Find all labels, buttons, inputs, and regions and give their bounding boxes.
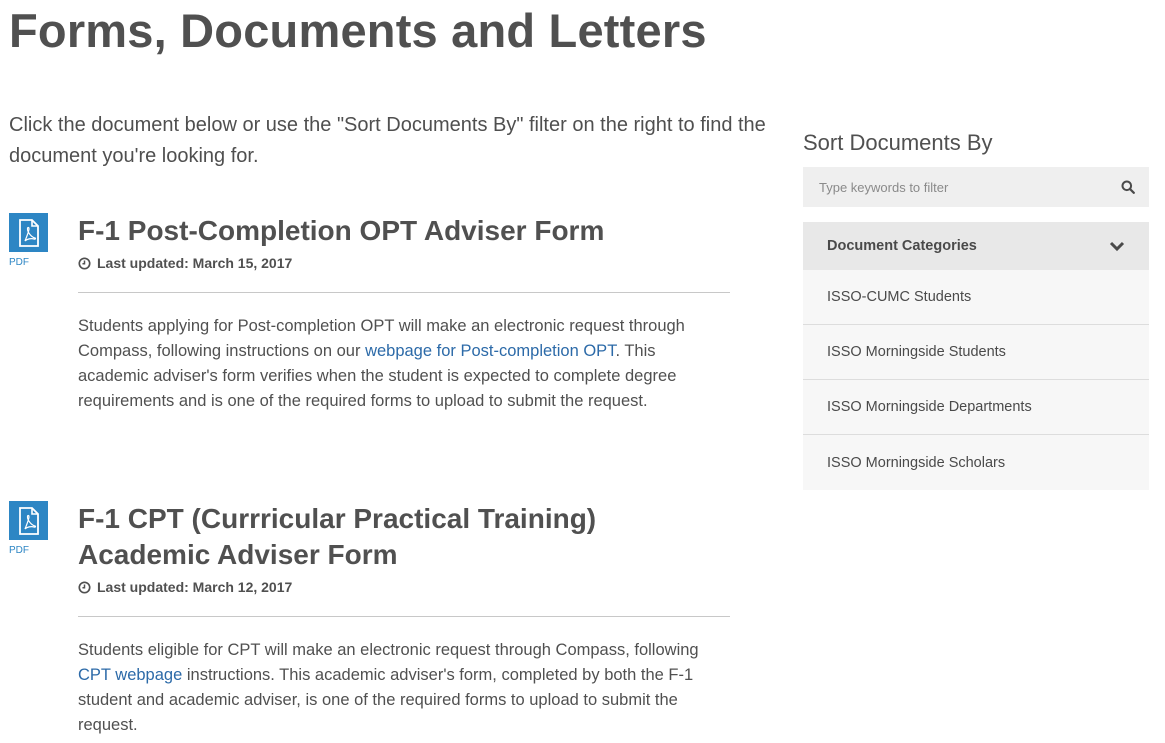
file-type-label: PDF [9,545,29,556]
search-icon[interactable] [1121,180,1135,194]
keyword-filter-input[interactable] [817,178,1101,196]
category-isso-morningside-departments[interactable]: ISSO Morningside Departments [803,380,1149,435]
document-title[interactable]: F-1 CPT (Currricular Practical Training)… [78,501,730,573]
cpt-webpage-link[interactable]: CPT webpage [78,666,182,684]
category-isso-cumc-students[interactable]: ISSO-CUMC Students [803,270,1149,325]
divider [78,292,730,293]
clock-icon [78,256,91,270]
last-updated: Last updated: March 12, 2017 [78,579,730,595]
sidebar-title: Sort Documents By [803,130,993,155]
file-type-label: PDF [9,257,29,268]
filter-search [803,167,1149,207]
last-updated-text: Last updated: March 12, 2017 [97,579,293,595]
intro-text: Click the document below or use the "Sor… [9,114,766,167]
clock-icon [78,580,91,594]
last-updated: Last updated: March 15, 2017 [78,255,730,271]
description-text: Students eligible for CPT will make an e… [78,641,699,659]
category-isso-morningside-scholars[interactable]: ISSO Morningside Scholars [803,435,1149,490]
page-title: Forms, Documents and Letters [9,4,707,57]
document-description: Students eligible for CPT will make an e… [78,638,730,738]
sort-sidebar: Sort Documents By Document Categories IS… [803,128,1149,490]
categories-label: Document Categories [827,238,977,254]
category-list: ISSO-CUMC Students ISSO Morningside Stud… [803,270,1149,490]
opt-webpage-link[interactable]: webpage for Post-completion OPT [365,342,615,360]
divider [78,616,730,617]
document-title[interactable]: F-1 Post-Completion OPT Adviser Form [78,213,730,249]
pdf-file-icon[interactable] [9,501,48,540]
pdf-file-icon[interactable] [9,213,48,252]
chevron-down-icon [1109,241,1125,251]
document-description: Students applying for Post-completion OP… [78,314,730,414]
pdf-download[interactable]: PDF [9,501,49,556]
category-isso-morningside-students[interactable]: ISSO Morningside Students [803,325,1149,380]
pdf-download[interactable]: PDF [9,213,49,268]
document-categories-toggle[interactable]: Document Categories [803,222,1149,270]
last-updated-text: Last updated: March 15, 2017 [97,255,293,271]
